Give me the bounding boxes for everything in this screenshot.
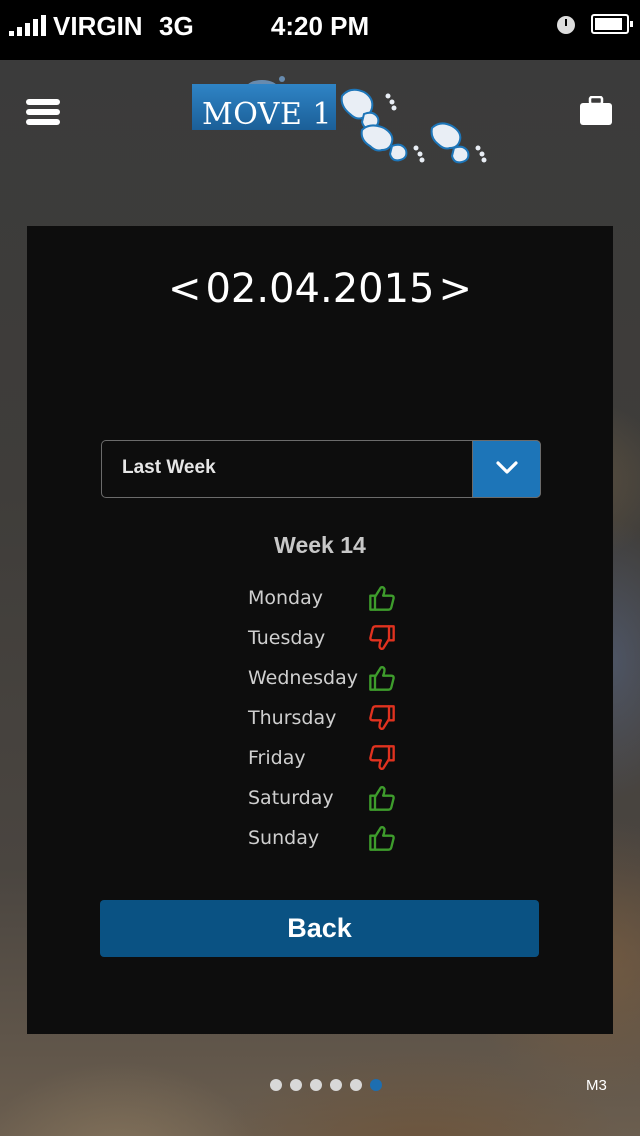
page-dot[interactable] bbox=[290, 1079, 302, 1091]
hamburger-menu-icon[interactable] bbox=[26, 99, 60, 125]
day-name: Friday bbox=[248, 747, 306, 769]
day-name: Sunday bbox=[248, 827, 320, 849]
next-date-button[interactable]: > bbox=[439, 266, 473, 312]
logo-badge: MOVE 1 bbox=[192, 84, 336, 132]
period-select[interactable]: Last Week bbox=[101, 440, 541, 498]
day-row: Saturday bbox=[248, 781, 448, 821]
thumbs-up-icon bbox=[369, 585, 395, 611]
date-navigator: < 02.04.2015 > bbox=[27, 266, 613, 312]
day-row: Sunday bbox=[248, 821, 448, 861]
day-name: Monday bbox=[248, 587, 324, 609]
day-row: Friday bbox=[248, 741, 448, 781]
back-button[interactable]: Back bbox=[100, 900, 539, 957]
page-code: M3 bbox=[586, 1077, 607, 1094]
period-select-value: Last Week bbox=[122, 457, 216, 478]
day-row: Tuesday bbox=[248, 621, 448, 661]
thumbs-down-icon bbox=[369, 625, 395, 651]
alarm-clock-icon bbox=[557, 16, 575, 34]
chevron-down-icon bbox=[496, 461, 518, 474]
thumbs-up-icon bbox=[369, 825, 395, 851]
previous-date-button[interactable]: < bbox=[168, 266, 202, 312]
thumbs-down-icon bbox=[369, 705, 395, 731]
day-name: Tuesday bbox=[248, 627, 326, 649]
logo-text: MOVE 1 bbox=[202, 97, 332, 132]
page-dot-active[interactable] bbox=[370, 1079, 382, 1091]
page-dot[interactable] bbox=[270, 1079, 282, 1091]
battery-icon bbox=[591, 14, 633, 34]
day-row: Thursday bbox=[248, 701, 448, 741]
page-dot[interactable] bbox=[350, 1079, 362, 1091]
day-row: Monday bbox=[248, 581, 448, 621]
briefcase-icon[interactable] bbox=[579, 95, 613, 126]
day-list: Monday Tuesday Wednesday Thursday Friday Satu… bbox=[248, 581, 448, 861]
thumbs-down-icon bbox=[369, 745, 395, 771]
thumbs-up-icon bbox=[369, 665, 395, 691]
page-indicator bbox=[270, 1079, 382, 1091]
battery-level-fill bbox=[595, 18, 622, 30]
day-name: Thursday bbox=[248, 707, 337, 729]
status-bar: VIRGIN 3G 4:20 PM bbox=[0, 0, 640, 60]
page-dot[interactable] bbox=[310, 1079, 322, 1091]
day-name: Wednesday bbox=[248, 667, 359, 689]
period-dropdown-button[interactable] bbox=[472, 440, 541, 498]
current-date: 02.04.2015 bbox=[205, 266, 435, 312]
status-time: 4:20 PM bbox=[270, 11, 370, 41]
thumbs-up-icon bbox=[369, 785, 395, 811]
page-dot[interactable] bbox=[330, 1079, 342, 1091]
week-label: Week 14 bbox=[274, 532, 366, 558]
weekly-activity-card: < 02.04.2015 > Last Week Week 14 Monday T… bbox=[27, 226, 613, 1034]
day-row: Wednesday bbox=[248, 661, 448, 701]
app-logo: MOVE 1 bbox=[192, 74, 492, 174]
day-name: Saturday bbox=[248, 787, 334, 809]
